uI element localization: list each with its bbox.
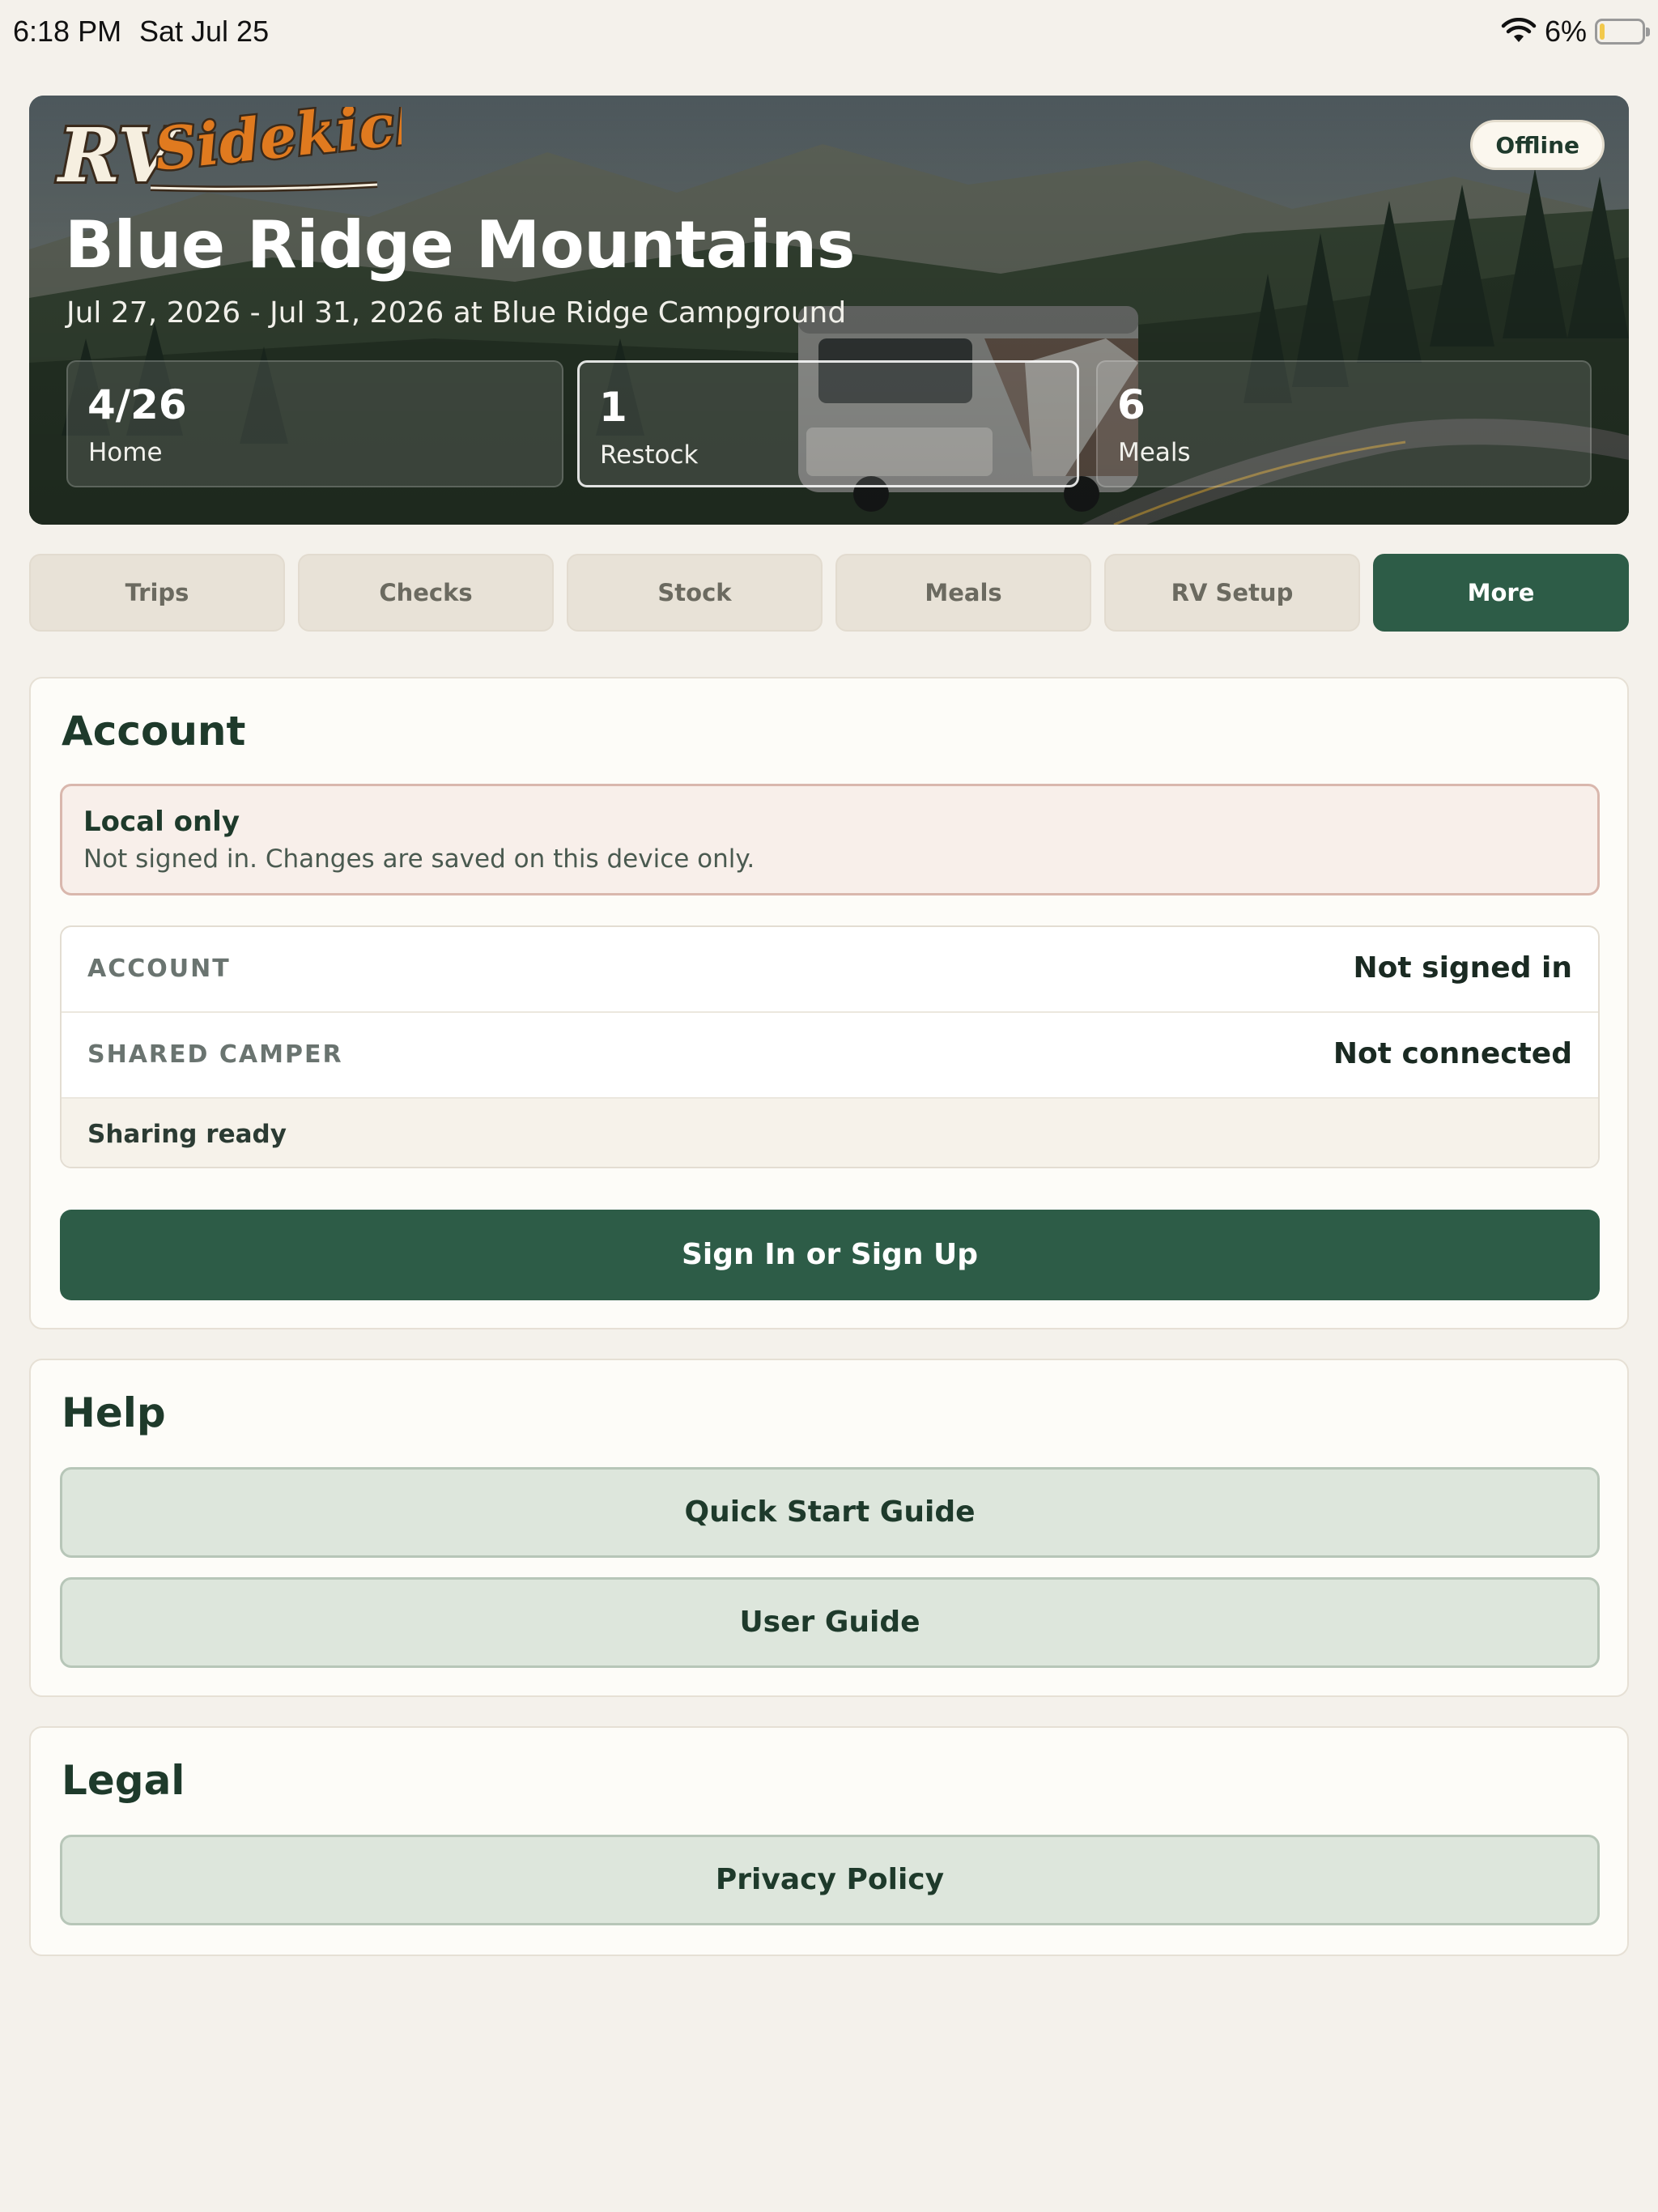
trip-hero: RV Sidekick Offline Blue Ridge Mountains… <box>29 96 1629 525</box>
stat-label: Home <box>88 438 163 467</box>
tab-meals[interactable]: Meals <box>835 554 1091 632</box>
section-title: Account <box>62 708 246 755</box>
user-guide-button[interactable]: User Guide <box>60 1577 1600 1668</box>
privacy-policy-button[interactable]: Privacy Policy <box>60 1835 1600 1925</box>
notice-title: Local only <box>83 806 240 838</box>
quick-start-guide-button[interactable]: Quick Start Guide <box>60 1467 1600 1558</box>
status-bar: 6:18 PM Sat Jul 25 6% <box>0 0 1658 68</box>
section-title: Legal <box>62 1757 185 1804</box>
status-time: 6:18 PM <box>13 15 122 48</box>
local-only-notice: Local only Not signed in. Changes are sa… <box>60 784 1600 895</box>
row-label: SHARED CAMPER <box>87 1040 343 1069</box>
stat-value: 6 <box>1117 381 1146 428</box>
offline-badge: Offline <box>1470 120 1605 170</box>
stat-label: Meals <box>1118 438 1191 467</box>
svg-text:Sidekick: Sidekick <box>151 107 402 184</box>
sharing-status-text: Sharing ready <box>87 1120 287 1149</box>
row-value: Not connected <box>1333 1037 1572 1070</box>
stat-card-home[interactable]: 4/26 Home <box>66 360 563 487</box>
stat-label: Restock <box>600 440 699 470</box>
tab-trips[interactable]: Trips <box>29 554 285 632</box>
section-title: Help <box>62 1389 166 1436</box>
status-date: Sat Jul 25 <box>139 15 270 48</box>
shared-camper-row: SHARED CAMPER Not connected <box>62 1013 1598 1099</box>
battery-percent: 6% <box>1544 15 1587 48</box>
stat-value: 1 <box>599 384 627 431</box>
account-section: Account Local only Not signed in. Change… <box>29 677 1629 1329</box>
account-row: ACCOUNT Not signed in <box>62 927 1598 1013</box>
help-section: Help Quick Start Guide User Guide <box>29 1359 1629 1697</box>
stat-card-restock[interactable]: 1 Restock <box>577 360 1079 487</box>
tab-checks[interactable]: Checks <box>298 554 554 632</box>
tab-stock[interactable]: Stock <box>567 554 823 632</box>
stat-value: 4/26 <box>87 381 187 428</box>
tab-rv-setup[interactable]: RV Setup <box>1104 554 1360 632</box>
tab-more[interactable]: More <box>1373 554 1629 632</box>
trip-title: Blue Ridge Mountains <box>65 207 855 283</box>
trip-dates-location: Jul 27, 2026 - Jul 31, 2026 at Blue Ridg… <box>66 296 847 330</box>
sign-in-button[interactable]: Sign In or Sign Up <box>60 1210 1600 1300</box>
account-info-table: ACCOUNT Not signed in SHARED CAMPER Not … <box>60 925 1600 1168</box>
status-right: 6% <box>1501 15 1650 49</box>
wifi-icon <box>1501 18 1537 42</box>
rvsidekick-logo: RV Sidekick <box>53 107 402 202</box>
battery-icon <box>1595 19 1650 45</box>
row-value: Not signed in <box>1353 951 1572 985</box>
stat-card-meals[interactable]: 6 Meals <box>1096 360 1592 487</box>
row-label: ACCOUNT <box>87 955 231 983</box>
battery-level <box>1600 23 1605 40</box>
legal-section: Legal Privacy Policy <box>29 1726 1629 1956</box>
sharing-status: Sharing ready <box>62 1099 1598 1167</box>
notice-body: Not signed in. Changes are saved on this… <box>83 844 755 874</box>
